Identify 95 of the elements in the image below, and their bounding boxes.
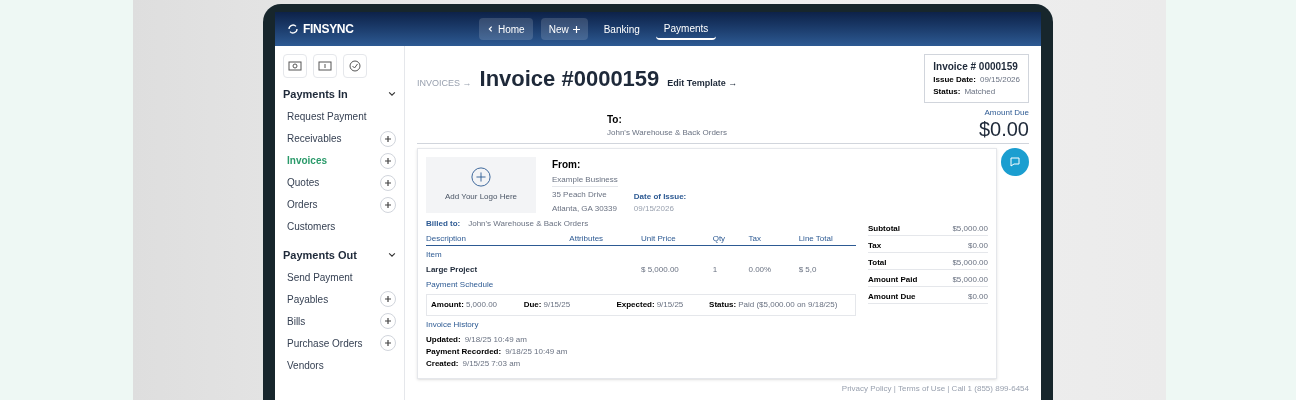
- sidebar-link[interactable]: Quotes: [287, 175, 320, 190]
- edit-template-link[interactable]: Edit Template →: [667, 76, 738, 90]
- plus-icon: [384, 317, 392, 325]
- field-label: To:: [607, 113, 622, 127]
- table-cell-text: 1: [712, 264, 719, 276]
- sync-logo-icon: [287, 23, 299, 35]
- table-cell-text: Large Project: [426, 264, 479, 276]
- chevron-left-icon: [487, 25, 494, 33]
- breadcrumb: INVOICES →: [417, 76, 472, 90]
- field-label: Payment Schedule: [426, 279, 494, 291]
- field-value: Matched: [964, 86, 996, 98]
- total-label: Tax: [868, 240, 882, 252]
- amount-due: $0.00: [978, 119, 1029, 139]
- amount-due-label: Amount Due: [984, 107, 1029, 119]
- plus-icon: [384, 295, 392, 303]
- total-label: Subtotal: [868, 223, 900, 235]
- cash-icon: [283, 54, 307, 78]
- sidebar-link[interactable]: Purchase Orders: [287, 335, 363, 351]
- field-label: Invoice History: [426, 319, 479, 331]
- field-label: Status:: [933, 86, 961, 98]
- total-label: Amount Paid: [868, 274, 918, 286]
- table-cell-text: $ 5,000.00: [641, 264, 680, 276]
- bill-icon: [313, 54, 337, 78]
- total-value: $5,000.00: [952, 223, 988, 235]
- footer-links: Privacy Policy | Terms of Use | Call 1 (855) 899-6454: [841, 383, 1029, 395]
- nav-tab[interactable]: Banking: [595, 18, 648, 40]
- plus-icon: [384, 200, 392, 209]
- field-value: Paid ($5,000.00 on 9/18/25): [738, 299, 838, 311]
- field-label: Due:: [523, 299, 542, 311]
- chat-button[interactable]: [1001, 148, 1029, 176]
- address-line: 35 Peach Drive: [552, 189, 607, 201]
- sender-name: Example Business: [552, 174, 618, 187]
- total-label: Amount Due: [868, 291, 916, 303]
- upload-prompt: Add Your Logo Here: [444, 191, 518, 203]
- field-label: Amount:: [431, 299, 464, 311]
- nav-tab[interactable]: Payments: [655, 18, 717, 40]
- app-logo: FINSYNC: [303, 21, 354, 38]
- total-value: $5,000.00: [952, 274, 988, 286]
- field-label: Expected:: [616, 299, 655, 311]
- billed-name: John's Warehouse & Back Orders: [468, 218, 589, 230]
- address-line: Atlanta, GA 30339: [552, 203, 617, 215]
- total-value: $5,000.00: [952, 257, 988, 269]
- nav-tab[interactable]: New: [540, 18, 588, 40]
- plus-icon: [572, 25, 580, 33]
- chat-bubble-icon: [1008, 155, 1022, 169]
- field-value: 5,000.00: [465, 299, 498, 311]
- total-value: $0.00: [967, 240, 988, 252]
- logo-upload-area[interactable]: Add Your Logo Here: [426, 157, 536, 213]
- column-header: Attributes: [569, 233, 605, 245]
- field-value: 9/18/25 10:49 am: [505, 346, 568, 358]
- field-label: Payment Recorded:: [426, 346, 502, 358]
- column-header: Line Total: [798, 233, 834, 245]
- column-header: Item: [426, 249, 442, 261]
- plus-circle-icon: [471, 167, 491, 187]
- page-title: Invoice #0000159: [479, 68, 660, 90]
- chevron-down-icon[interactable]: [388, 251, 396, 258]
- section-title: Payments In: [283, 87, 348, 102]
- field-label: Status:: [709, 299, 737, 311]
- sidebar-link[interactable]: Request Payment: [287, 109, 367, 124]
- plus-icon: [384, 134, 392, 143]
- field-label: Billed to:: [426, 218, 461, 230]
- sidebar-link[interactable]: Bills: [287, 313, 306, 329]
- column-header: Qty: [712, 233, 727, 245]
- field-value: 09/15/2026: [979, 74, 1020, 86]
- nav-tab[interactable]: Home: [479, 18, 533, 40]
- field-label: Created:: [426, 358, 459, 370]
- field-label: Issue Date:: [933, 74, 976, 86]
- plus-icon: [384, 156, 392, 165]
- field-value: 9/15/25 7:03 am: [462, 358, 521, 370]
- plus-icon: [384, 178, 392, 187]
- field-label: Updated:: [426, 334, 461, 346]
- plus-icon: [384, 339, 392, 347]
- field-value: 9/18/25 10:49 am: [464, 334, 527, 346]
- sidebar-link[interactable]: Invoices: [287, 153, 328, 168]
- total-label: Total: [868, 257, 887, 269]
- field-value: 9/15/25: [543, 299, 571, 311]
- total-value: $0.00: [967, 291, 988, 303]
- invoice-number: Invoice # 0000159: [933, 60, 1018, 74]
- sidebar-link[interactable]: Vendors: [287, 357, 324, 373]
- sidebar-link[interactable]: Orders: [287, 197, 318, 212]
- sidebar-link[interactable]: Send Payment: [287, 269, 353, 285]
- sidebar-link[interactable]: Customers: [287, 219, 336, 234]
- sidebar-link[interactable]: Payables: [287, 291, 329, 307]
- sidebar-link[interactable]: Receivables: [287, 131, 342, 146]
- column-header: Tax: [748, 233, 762, 245]
- field-label: Date of Issue:: [633, 191, 687, 203]
- column-header: Unit Price: [641, 233, 677, 245]
- chevron-down-icon[interactable]: [388, 91, 396, 98]
- section-title: Payments Out: [283, 247, 357, 263]
- recipient-name: John's Warehouse & Back Orders: [607, 127, 727, 139]
- table-cell-text: 0.00%: [748, 264, 773, 276]
- column-header: Description: [426, 233, 467, 245]
- field-value: 9/15/25: [656, 299, 684, 311]
- table-cell-text: $ 5,0: [798, 264, 818, 276]
- field-label: From:: [552, 158, 581, 172]
